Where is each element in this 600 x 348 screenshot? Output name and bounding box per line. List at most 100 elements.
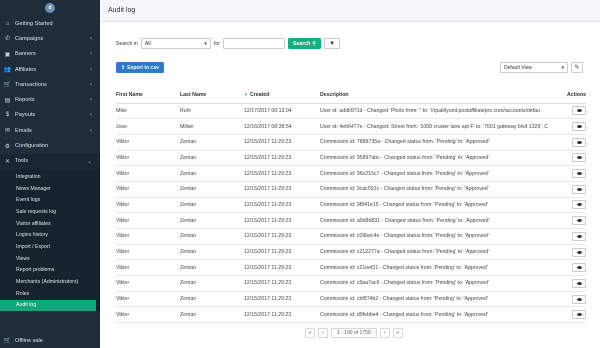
export-label: Export to csv bbox=[127, 64, 159, 71]
filter-icon: ▼ bbox=[329, 40, 336, 47]
view-details-button[interactable] bbox=[572, 247, 586, 257]
view-details-button[interactable] bbox=[572, 263, 586, 273]
submenu-item-visitor-affiliates[interactable]: Visitor affiliates bbox=[0, 218, 100, 230]
cell-description: Commission id: 95897abc - Changed status… bbox=[320, 150, 548, 167]
cell-created: 12/15/2017 11:29:23 bbox=[244, 165, 320, 182]
cell-created: 12/15/2017 11:29:23 bbox=[244, 244, 320, 261]
cell-actions bbox=[548, 291, 586, 308]
chevron-left-icon: ‹ bbox=[90, 81, 92, 88]
view-details-button[interactable] bbox=[572, 310, 586, 320]
view-details-button[interactable] bbox=[572, 231, 586, 241]
sidebar-item-configuration[interactable]: ⚙ Configuration bbox=[0, 138, 100, 153]
table-body: Mike Ruhl 12/17/2017 00:13:04 User id: addb… bbox=[116, 103, 586, 324]
search-field-select[interactable]: All ▾ bbox=[140, 38, 211, 49]
chevron-left-icon: ‹ bbox=[90, 35, 92, 42]
first-page-button[interactable]: « bbox=[305, 328, 315, 338]
sidebar-item-label: Getting Started bbox=[15, 20, 53, 27]
column-created-label: Created bbox=[249, 92, 270, 99]
column-description[interactable]: Description bbox=[320, 88, 548, 104]
search-bar: Search in All ▾ for Search ⚲ ▼ bbox=[116, 38, 341, 49]
cell-created: 12/15/2017 11:29:23 bbox=[244, 197, 320, 214]
cell-actions bbox=[548, 165, 586, 182]
cell-created: 12/15/2017 11:29:23 bbox=[244, 181, 320, 198]
cell-created: 12/15/2017 11:29:23 bbox=[244, 228, 320, 245]
table-header-row: First Name Last Name ▼ Created Descriptio… bbox=[116, 88, 586, 104]
view-details-button[interactable] bbox=[572, 106, 586, 116]
sidebar-item-label: Transactions bbox=[15, 81, 47, 88]
submenu-item-roles[interactable]: Roles bbox=[0, 288, 100, 300]
view-details-button[interactable] bbox=[572, 294, 586, 304]
view-details-button[interactable] bbox=[572, 216, 586, 226]
cell-last-name: Zeman bbox=[180, 228, 244, 245]
envelope-icon: ✉ bbox=[4, 128, 11, 135]
cell-first-name: Viktor bbox=[116, 275, 180, 292]
cell-first-name: Viktor bbox=[116, 228, 180, 245]
sidebar-item-emails[interactable]: ✉ Emails ‹ bbox=[0, 123, 100, 138]
cell-last-name: Zeman bbox=[180, 134, 244, 151]
cell-actions bbox=[548, 306, 586, 324]
view-details-button[interactable] bbox=[572, 200, 586, 210]
submenu-item-logins-history[interactable]: Logins history bbox=[0, 229, 100, 241]
cell-created: 12/15/2017 11:29:23 bbox=[244, 134, 320, 151]
view-details-button[interactable] bbox=[572, 122, 586, 132]
cell-description: Commission id: a9d8b831 - Changed status… bbox=[320, 212, 548, 229]
submenu-item-import-export[interactable]: Import / Export bbox=[0, 241, 100, 253]
cell-last-name: Zeman bbox=[180, 275, 244, 292]
search-button[interactable]: Search ⚲ bbox=[287, 38, 322, 49]
cell-actions bbox=[548, 197, 586, 214]
view-details-button[interactable] bbox=[572, 278, 586, 288]
view-select[interactable]: Default View ▾ bbox=[500, 62, 568, 73]
submenu-item-integration[interactable]: Integration bbox=[0, 171, 100, 183]
view-details-button[interactable] bbox=[572, 137, 586, 147]
submenu-item-audit-log[interactable]: Audit log bbox=[0, 299, 96, 312]
search-input[interactable] bbox=[222, 38, 285, 49]
sidebar-item-getting-started[interactable]: ⌂ Getting Started bbox=[0, 16, 100, 31]
cell-last-name: Zeman bbox=[180, 244, 244, 261]
cart-icon: 🛒 bbox=[3, 338, 12, 344]
submenu-item-event-logs[interactable]: Event logs bbox=[0, 194, 100, 206]
cell-first-name: Viktor bbox=[116, 259, 180, 277]
cell-created: 12/15/2017 11:29:23 bbox=[244, 275, 320, 292]
table-row: Viktor Zeman 12/15/2017 11:29:23 Commission… bbox=[116, 259, 586, 277]
for-label: for bbox=[213, 40, 220, 47]
sidebar-item-offline-sale[interactable]: 🛒 Offline sale bbox=[0, 333, 100, 348]
sidebar-item-affiliates[interactable]: 👥 Affiliates ‹ bbox=[0, 62, 100, 77]
cell-first-name: Viktor bbox=[116, 165, 180, 182]
prev-page-button[interactable]: ‹ bbox=[318, 328, 328, 338]
cell-created: 12/15/2017 11:29:23 bbox=[244, 291, 320, 308]
cell-created: 12/15/2017 11:29:23 bbox=[244, 150, 320, 167]
pencil-icon: ✎ bbox=[574, 65, 580, 71]
table-row: Jose Millan 12/16/2017 08:38:54 User id: 4e… bbox=[116, 118, 586, 135]
column-last-name[interactable]: Last Name bbox=[180, 88, 244, 104]
submenu-item-news-manager[interactable]: News Manager bbox=[0, 183, 100, 195]
app-logo-icon[interactable]: d bbox=[45, 3, 55, 13]
sidebar-item-reports[interactable]: ▤ Reports ‹ bbox=[0, 92, 100, 107]
search-field-value: All bbox=[144, 40, 151, 47]
cell-actions bbox=[548, 275, 586, 292]
last-page-button[interactable]: » bbox=[392, 328, 403, 338]
sidebar-item-campaigns[interactable]: ✆ Campaigns ‹ bbox=[0, 31, 100, 46]
cell-first-name: Mike bbox=[116, 103, 180, 120]
table-row: Viktor Zeman 12/15/2017 11:29:23 Commission… bbox=[116, 228, 586, 245]
sidebar-item-transactions[interactable]: 🛒 Transactions ‹ bbox=[0, 77, 100, 92]
cell-description: Commission id: c21eef21 - Changed status… bbox=[320, 259, 548, 277]
column-first-name[interactable]: First Name bbox=[116, 88, 180, 104]
submenu-item-sale-requests-log[interactable]: Sale requests log bbox=[0, 206, 100, 218]
export-csv-button[interactable]: ⇧ Export to csv bbox=[116, 62, 164, 73]
submenu-item-views[interactable]: Views bbox=[0, 253, 100, 265]
view-details-button[interactable] bbox=[572, 184, 586, 194]
submenu-item-merchants-administrators[interactable]: Merchants (Administrators) bbox=[0, 276, 100, 288]
upload-icon: ⇧ bbox=[121, 64, 126, 71]
sidebar-item-tools[interactable]: ✕ Tools ⌄ bbox=[0, 153, 100, 169]
sidebar-item-banners[interactable]: ▣ Banners ‹ bbox=[0, 47, 100, 62]
next-page-button[interactable]: › bbox=[379, 328, 390, 338]
main-content: Audit log Search in All ▾ for Search ⚲ ▼… bbox=[100, 0, 600, 348]
cell-last-name: Zeman bbox=[180, 165, 244, 182]
filter-button[interactable]: ▼ bbox=[324, 38, 341, 49]
submenu-item-report-problems[interactable]: Report problems bbox=[0, 264, 100, 276]
view-details-button[interactable] bbox=[572, 153, 586, 163]
edit-view-button[interactable]: ✎ bbox=[571, 62, 583, 73]
column-created[interactable]: ▼ Created bbox=[244, 88, 320, 104]
view-details-button[interactable] bbox=[572, 169, 586, 179]
sidebar-item-payouts[interactable]: $ Payouts ‹ bbox=[0, 108, 100, 123]
